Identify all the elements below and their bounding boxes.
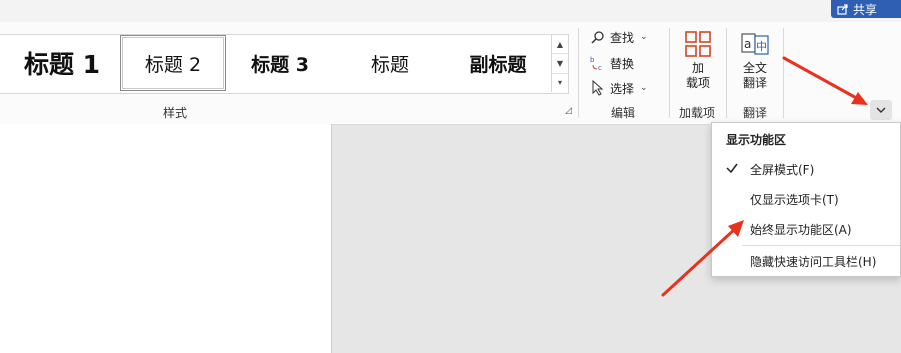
replace-icon: bc xyxy=(590,55,606,71)
gallery-down-icon[interactable]: ▼ xyxy=(552,54,568,74)
styles-gallery: 标题 1 标题 2 标题 3 标题 副标题 ▲ ▼ ▾ xyxy=(0,34,569,94)
gallery-up-icon[interactable]: ▲ xyxy=(552,35,568,55)
addins-icon xyxy=(685,31,711,57)
editing-group-label: 编辑 xyxy=(610,106,635,120)
document-page[interactable] xyxy=(0,124,332,353)
find-button[interactable]: 查找 ⌄ xyxy=(590,27,648,47)
menu-item-full-screen[interactable]: 全屏模式(F) xyxy=(712,156,900,182)
svg-text:c: c xyxy=(598,64,602,71)
addins-group-label: 加载项 xyxy=(678,106,715,120)
translate-icon: a 中 xyxy=(741,33,769,55)
style-heading-1[interactable]: 标题 1 xyxy=(10,35,114,91)
styles-group-label: 样式 xyxy=(162,106,187,120)
menu-item-show-tabs-only[interactable]: 仅显示选项卡(T) xyxy=(712,186,900,212)
gallery-more-icon[interactable]: ▾ xyxy=(552,74,568,92)
addins-button[interactable]: 加 载项 xyxy=(680,30,716,91)
ribbon: 标题 1 标题 2 标题 3 标题 副标题 ▲ ▼ ▾ 样式 ◿ 查找 ⌄ bc… xyxy=(0,22,901,125)
translate-label-1: 全文 xyxy=(742,61,767,75)
menu-header: 显示功能区 xyxy=(726,133,787,147)
share-button[interactable]: 共享 xyxy=(831,0,901,18)
group-divider xyxy=(669,28,670,118)
checkmark-icon xyxy=(726,163,738,174)
menu-item-always-show-ribbon[interactable]: 始终显示功能区(A) xyxy=(712,216,900,242)
chevron-down-icon xyxy=(876,107,886,113)
search-icon xyxy=(590,29,606,45)
menu-item-hide-quick-access[interactable]: 隐藏快速访问工具栏(H) xyxy=(712,248,900,274)
svg-text:中: 中 xyxy=(756,40,767,53)
share-icon xyxy=(837,4,848,15)
ribbon-display-menu: 显示功能区 全屏模式(F) 仅显示选项卡(T) 始终显示功能区(A) 隐藏快速访… xyxy=(711,122,901,277)
svg-text:b: b xyxy=(590,56,595,64)
ribbon-display-options-button[interactable] xyxy=(870,100,892,120)
translate-label-2: 翻译 xyxy=(742,76,767,90)
style-title[interactable]: 标题 xyxy=(338,35,442,91)
chevron-down-icon: ⌄ xyxy=(640,83,648,93)
gallery-scrollbar: ▲ ▼ ▾ xyxy=(551,35,568,92)
menu-divider xyxy=(742,245,900,246)
select-label: 选择 xyxy=(610,81,635,96)
select-button[interactable]: 选择 ⌄ xyxy=(590,78,648,98)
replace-button[interactable]: bc 替换 xyxy=(590,53,634,73)
svg-text:a: a xyxy=(744,37,751,51)
translate-group-label: 翻译 xyxy=(742,106,767,120)
group-divider xyxy=(726,28,727,118)
addins-label-2: 载项 xyxy=(685,76,710,90)
group-divider xyxy=(783,28,784,118)
find-label: 查找 xyxy=(610,30,635,45)
style-heading-3[interactable]: 标题 3 xyxy=(228,35,332,91)
full-translate-button[interactable]: a 中 全文 翻译 xyxy=(737,30,773,91)
share-label: 共享 xyxy=(853,2,878,17)
chevron-down-icon: ⌄ xyxy=(640,32,648,42)
addins-label-1: 加 xyxy=(691,61,704,75)
cursor-icon xyxy=(590,80,606,96)
dialog-launcher-icon[interactable]: ◿ xyxy=(565,106,572,116)
replace-label: 替换 xyxy=(610,56,635,71)
style-subtitle[interactable]: 副标题 xyxy=(446,35,550,91)
title-strip xyxy=(0,0,901,22)
group-divider xyxy=(578,28,579,118)
style-heading-2[interactable]: 标题 2 xyxy=(120,35,226,91)
